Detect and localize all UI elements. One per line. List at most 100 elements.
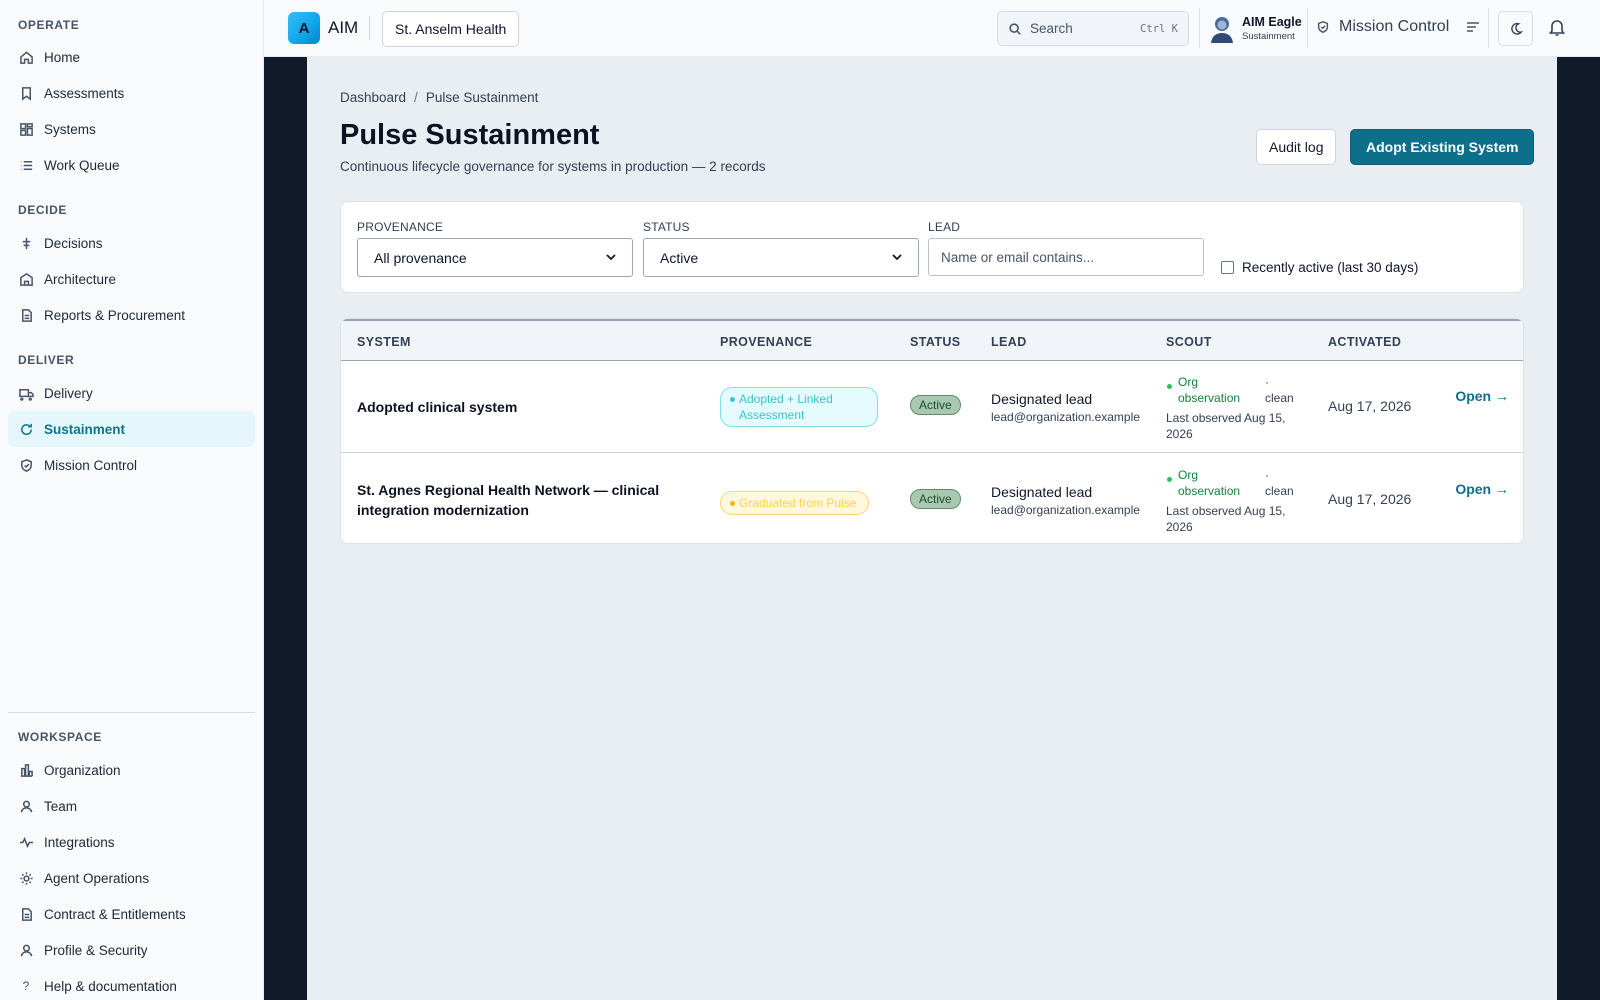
- lead-filter-input[interactable]: Name or email contains...: [928, 238, 1204, 276]
- shield-icon: [18, 457, 34, 473]
- breadcrumb-separator: /: [414, 90, 418, 105]
- scout-observation[interactable]: Org observation: [1178, 467, 1250, 499]
- recently-active-checkbox[interactable]: Recently active (last 30 days): [1221, 260, 1418, 275]
- sidebar-item-team[interactable]: Team: [8, 788, 255, 824]
- provenance-badge: Graduated from Pulse: [720, 491, 870, 515]
- user-role: Sustainment: [1242, 31, 1295, 42]
- activated-date: Aug 17, 2026: [1328, 398, 1412, 414]
- badge-dot: [730, 397, 735, 402]
- system-name[interactable]: St. Agnes Regional Health Network — clin…: [357, 480, 677, 520]
- sidebar-item-sustainment[interactable]: Sustainment: [8, 411, 255, 447]
- badge-dot: [730, 501, 735, 506]
- column-header-provenance[interactable]: PROVENANCE: [720, 335, 812, 349]
- avatar[interactable]: [1208, 14, 1236, 44]
- sidebar-item-delivery[interactable]: Delivery: [8, 375, 255, 411]
- lead-cell: Designated lead lead@organization.exampl…: [991, 484, 1140, 517]
- provenance-select[interactable]: All provenance: [357, 238, 633, 277]
- activity-icon: [18, 834, 34, 850]
- system-name[interactable]: Adopted clinical system: [357, 397, 697, 417]
- provenance-badge-text: Adopted + Linked Assessment: [739, 392, 833, 422]
- column-header-scout[interactable]: SCOUT: [1166, 335, 1212, 349]
- org-switcher-button[interactable]: St. Anselm Health: [382, 11, 520, 47]
- lead-email[interactable]: lead@organization.example: [991, 410, 1140, 424]
- provenance-badge: Adopted + Linked Assessment: [720, 387, 878, 427]
- breadcrumb: Dashboard / Pulse Sustainment: [340, 90, 538, 105]
- search-icon: [1008, 22, 1030, 36]
- search-input[interactable]: Search Ctrl K: [997, 11, 1189, 46]
- column-header-status[interactable]: STATUS: [910, 335, 961, 349]
- sidebar-item-profile-security[interactable]: Profile & Security: [8, 932, 255, 968]
- sidebar-item-home[interactable]: Home: [8, 39, 255, 75]
- lead-email[interactable]: lead@organization.example: [991, 503, 1140, 517]
- user-name[interactable]: AIM Eagle: [1242, 15, 1302, 29]
- scout-cell: Org observation · clean Last observed Au…: [1166, 374, 1306, 444]
- menu-icon[interactable]: [1466, 20, 1480, 34]
- sidebar-item-label: Home: [44, 49, 81, 65]
- main-content: Dashboard / Pulse Sustainment Pulse Sust…: [307, 57, 1557, 1000]
- bar-chart-icon: [18, 762, 34, 778]
- sidebar-item-help[interactable]: ? Help & documentation: [8, 968, 255, 1000]
- provenance-label: PROVENANCE: [357, 220, 444, 234]
- recently-active-label: Recently active (last 30 days): [1242, 260, 1419, 275]
- bell-icon[interactable]: [1548, 17, 1566, 37]
- page-gutter-left: [264, 57, 307, 1000]
- audit-log-button[interactable]: Audit log: [1256, 129, 1337, 165]
- sidebar-item-assessments[interactable]: Assessments: [8, 75, 255, 111]
- sidebar-item-label: Agent Operations: [44, 870, 150, 886]
- refresh-icon: [18, 421, 34, 437]
- section-decide: DECIDE: [18, 203, 67, 217]
- sidebar-item-integrations[interactable]: Integrations: [8, 824, 255, 860]
- page-gutter-right: [1557, 57, 1600, 1000]
- sidebar-item-mission-control[interactable]: Mission Control: [8, 447, 255, 483]
- person-icon: [18, 942, 34, 958]
- column-header-system[interactable]: SYSTEM: [357, 335, 411, 349]
- app-name: AIM: [328, 18, 359, 37]
- user-icon: [18, 798, 34, 814]
- sidebar-item-label: Delivery: [44, 385, 93, 401]
- sidebar-item-label: Assessments: [44, 85, 125, 101]
- status-select[interactable]: Active: [643, 238, 919, 277]
- sidebar-item-label: Integrations: [44, 834, 115, 850]
- topbar-divider: [1307, 8, 1308, 48]
- sidebar-item-reports[interactable]: Reports & Procurement: [8, 297, 255, 333]
- mission-control-label: Mission Control: [1339, 18, 1450, 35]
- page-title: Pulse Sustainment: [340, 119, 600, 151]
- status-badge: Active: [910, 395, 961, 415]
- table-row[interactable]: St. Agnes Regional Health Network — clin…: [341, 454, 1523, 543]
- status-badge: Active: [910, 489, 961, 509]
- column-header-activated[interactable]: ACTIVATED: [1328, 335, 1401, 349]
- scout-observation[interactable]: Org observation: [1178, 374, 1250, 406]
- section-deliver: DELIVER: [18, 353, 75, 367]
- sidebar-item-label: Help & documentation: [44, 978, 177, 994]
- app-logo[interactable]: A: [288, 12, 320, 44]
- scout-last-observed: Last observed Aug 15, 2026: [1166, 504, 1286, 534]
- file-icon: [18, 906, 34, 922]
- chevron-down-icon: [606, 254, 616, 261]
- theme-toggle-button[interactable]: [1498, 11, 1533, 46]
- provenance-badge-text: Graduated from Pulse: [739, 496, 857, 510]
- sidebar-item-systems[interactable]: Systems: [8, 111, 255, 147]
- table-row[interactable]: Adopted clinical system Adopted + Linked…: [341, 361, 1523, 453]
- open-link[interactable]: Open →: [1441, 480, 1509, 499]
- mission-control-link[interactable]: Mission Control: [1316, 18, 1449, 36]
- lead-name: Designated lead: [991, 391, 1093, 407]
- sidebar-divider: [8, 712, 255, 713]
- section-workspace: WORKSPACE: [18, 730, 102, 744]
- sidebar-item-organization[interactable]: Organization: [8, 752, 255, 788]
- sidebar-item-decisions[interactable]: Decisions: [8, 225, 255, 261]
- breadcrumb-dashboard[interactable]: Dashboard: [340, 90, 406, 105]
- systems-table: SYSTEM PROVENANCE STATUS LEAD SCOUT ACTI…: [340, 318, 1524, 544]
- truck-icon: [18, 385, 34, 401]
- status-value: Active: [660, 249, 699, 266]
- checkbox-box[interactable]: [1221, 261, 1234, 274]
- sidebar-item-architecture[interactable]: Architecture: [8, 261, 255, 297]
- chevron-down-icon: [892, 254, 902, 261]
- sidebar-item-agent-operations[interactable]: Agent Operations: [8, 860, 255, 896]
- sidebar-item-contract[interactable]: Contract & Entitlements: [8, 896, 255, 932]
- scout-cell: Org observation · clean Last observed Au…: [1166, 467, 1306, 537]
- open-link[interactable]: Open →: [1441, 387, 1509, 406]
- sidebar-item-work-queue[interactable]: Work Queue: [8, 147, 255, 183]
- sidebar-item-label: Organization: [44, 762, 121, 778]
- column-header-lead[interactable]: LEAD: [991, 335, 1027, 349]
- adopt-existing-system-button[interactable]: Adopt Existing System: [1350, 129, 1535, 165]
